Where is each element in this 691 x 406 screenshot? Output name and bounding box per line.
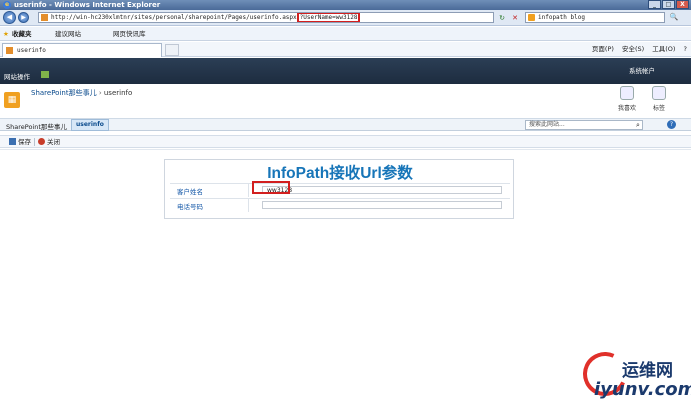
favorites-bar: ★ 收藏夹 建议网站 网页快讯库 (0, 27, 691, 41)
breadcrumb-site-link[interactable]: SharePoint那些事儿 (31, 89, 97, 97)
breadcrumb: SharePoint那些事儿 › userinfo (31, 88, 132, 98)
customer-name-input[interactable]: ww3128 (262, 186, 502, 194)
toolbar-divider (34, 138, 35, 146)
favorites-button[interactable]: 收藏夹 (12, 27, 32, 41)
customer-name-row: 客户姓名 ww3128 (170, 183, 510, 197)
row-divider (248, 199, 249, 212)
maximize-button[interactable]: □ (662, 0, 675, 9)
suggested-sites-link[interactable]: 建议网站 (55, 27, 81, 41)
close-window-button[interactable]: X (676, 0, 689, 9)
site-search-icon[interactable]: ⌕ (633, 120, 643, 130)
ie-logo-icon: e (3, 1, 11, 9)
tags-icon (652, 86, 666, 100)
tab-userinfo[interactable]: userinfo (2, 43, 162, 57)
search-box[interactable]: infopath blog (525, 12, 665, 23)
help-icon[interactable]: ? (667, 120, 676, 129)
tags-label: 标签 (652, 105, 665, 112)
minimize-button[interactable]: _ (648, 0, 661, 9)
refresh-icon[interactable]: ↻ (497, 13, 507, 23)
sharepoint-top-bar: 网站操作 系统帐户 (0, 58, 691, 84)
window-controls: _ □ X (648, 0, 689, 10)
web-slice-gallery-link[interactable]: 网页快讯库 (113, 27, 146, 41)
infopath-form: InfoPath接收Url参数 客户姓名 ww3128 电话号码 (164, 159, 514, 219)
like-it-label: 我喜欢 (617, 105, 636, 112)
search-provider-icon (528, 14, 535, 21)
like-it-button[interactable]: 我喜欢 (613, 86, 641, 112)
stop-icon[interactable]: ✕ (510, 13, 520, 23)
nav-current-tab[interactable]: userinfo (71, 119, 109, 131)
phone-input[interactable] (262, 201, 502, 209)
page-icon (41, 14, 48, 21)
sharepoint-title-area: ▦ SharePoint那些事儿 › userinfo 我喜欢 标签 (0, 84, 691, 118)
form-title: InfoPath接收Url参数 (267, 165, 413, 182)
row-divider (248, 184, 249, 197)
breadcrumb-current: userinfo (103, 89, 133, 97)
form-toolbar: 保存 关闭 (0, 135, 691, 148)
like-it-icon (620, 86, 634, 100)
search-go-icon[interactable]: 🔍 (668, 12, 680, 23)
site-logo-icon: ▦ (4, 92, 20, 108)
nav-home-link[interactable]: SharePoint那些事儿 (6, 121, 67, 131)
tags-notes-button[interactable]: 标签 (645, 86, 673, 112)
phone-row: 电话号码 (170, 198, 510, 212)
phone-label: 电话号码 (177, 203, 203, 211)
favorites-star-icon[interactable]: ★ (3, 27, 9, 41)
address-bar[interactable]: http://win-hc230xlmtnr/sites/personal/sh… (38, 12, 494, 23)
page-menu[interactable]: 页面(P) (592, 45, 614, 53)
site-actions-menu[interactable]: 网站操作 (4, 71, 30, 81)
breadcrumb-separator: › (98, 89, 102, 97)
new-tab-button[interactable] (165, 44, 179, 56)
edit-page-icon[interactable] (41, 71, 49, 78)
address-query-highlight: ?UserName=ww3128 (296, 13, 361, 22)
help-menu[interactable]: ? (684, 45, 687, 53)
search-value: infopath blog (538, 14, 585, 21)
close-icon (38, 138, 45, 145)
watermark-url: iyunv.com (594, 379, 691, 400)
site-search-input[interactable]: 搜索此网站... (525, 120, 643, 130)
divider (0, 149, 691, 150)
save-button[interactable]: 保存 (9, 136, 31, 148)
tab-page-icon (6, 47, 13, 54)
save-label: 保存 (18, 138, 31, 146)
safety-menu[interactable]: 安全(S) (622, 45, 644, 53)
tab-bar: userinfo 页面(P) 安全(S) 工具(O) ? (0, 42, 691, 57)
close-button[interactable]: 关闭 (38, 136, 60, 148)
address-url: http://win-hc230xlmtnr/sites/personal/sh… (51, 14, 297, 21)
window-title: userinfo - Windows Internet Explorer (14, 1, 161, 9)
customer-name-highlight (252, 181, 290, 194)
customer-name-label: 客户姓名 (177, 188, 203, 196)
save-icon (9, 138, 16, 145)
user-menu[interactable]: 系统帐户 (629, 65, 655, 75)
navigation-bar: ◀ ▶ http://win-hc230xlmtnr/sites/persona… (0, 10, 691, 26)
watermark-logo: 运维网 iyunv.com (576, 345, 691, 403)
back-button[interactable]: ◀ (3, 11, 16, 24)
watermark-text: 运维网 (622, 361, 673, 381)
command-bar: 页面(P) 安全(S) 工具(O) ? (586, 42, 687, 57)
tools-menu[interactable]: 工具(O) (652, 45, 675, 53)
tab-label: userinfo (17, 47, 46, 54)
window-title-bar: e userinfo - Windows Internet Explorer _… (0, 0, 691, 10)
forward-button[interactable]: ▶ (18, 12, 29, 23)
top-navigation: SharePoint那些事儿 userinfo 搜索此网站... ⌕ ? (0, 118, 691, 131)
close-label: 关闭 (47, 138, 60, 146)
